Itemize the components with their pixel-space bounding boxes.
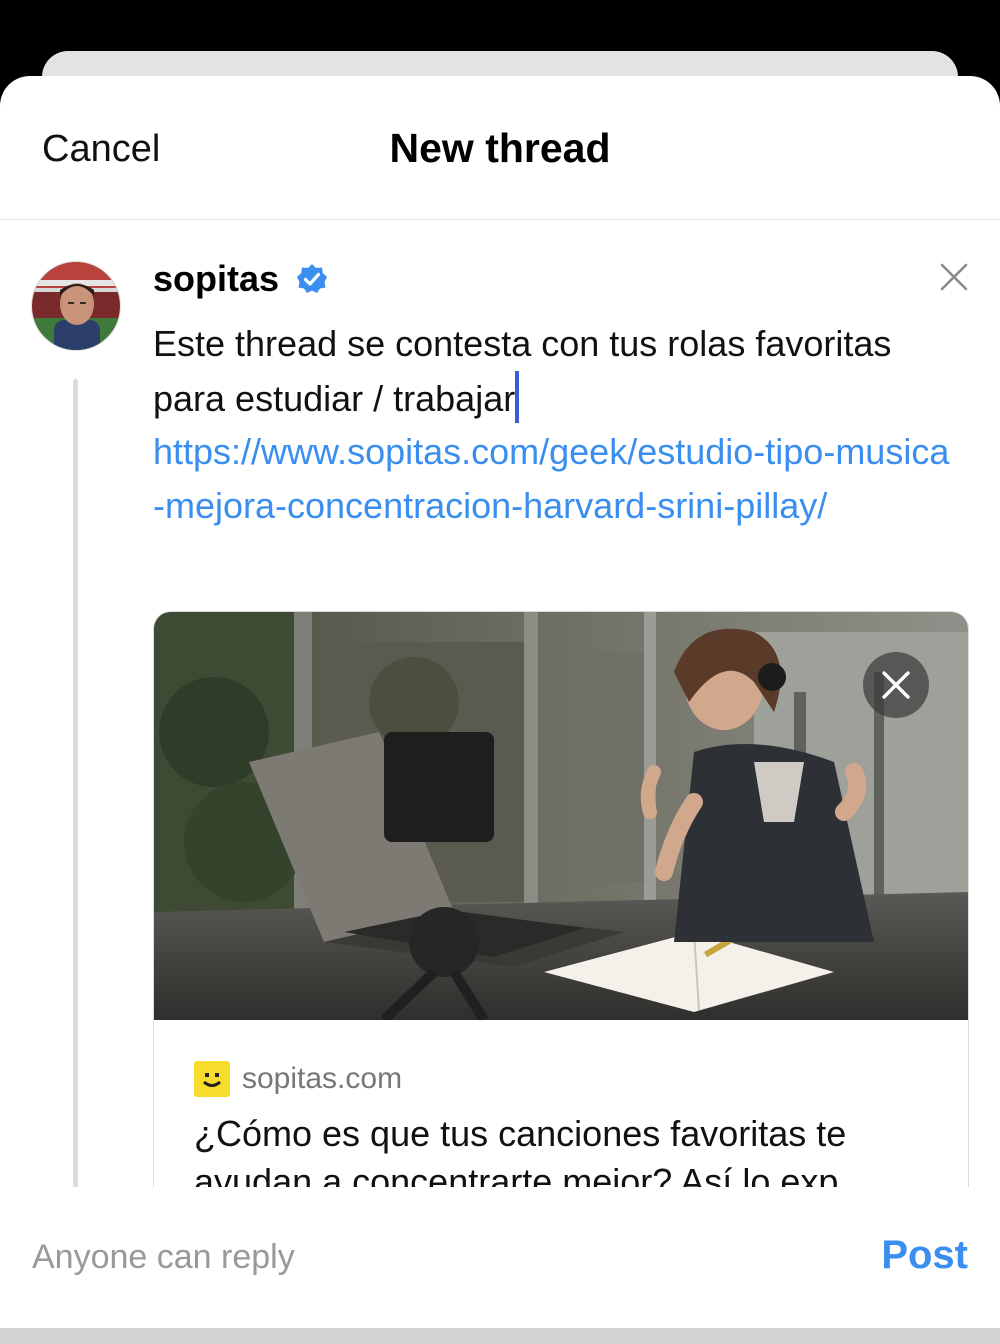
text-cursor (515, 371, 520, 423)
post-button[interactable]: Post (881, 1231, 968, 1279)
close-icon[interactable] (938, 261, 970, 293)
post-text[interactable]: Este thread se contesta con tus rolas fa… (153, 317, 953, 426)
username: sopitas (153, 258, 280, 299)
link-preview-image (154, 612, 968, 1020)
post-link[interactable]: https://www.sopitas.com/geek/estudio-tip… (153, 425, 953, 533)
thread-line (73, 379, 78, 1187)
compose-sheet: Cancel New thread sopitas Este thread se… (0, 76, 1000, 1344)
page-title: New thread (389, 125, 611, 171)
verified-badge-icon (297, 264, 327, 293)
reply-permission-button[interactable]: Anyone can reply (32, 1235, 295, 1279)
site-favicon (194, 1061, 230, 1097)
bottom-bar (0, 1328, 1000, 1344)
post-text-content: Este thread se contesta con tus rolas fa… (153, 323, 892, 419)
link-preview-card[interactable]: sopitas.com ¿Cómo es que tus canciones f… (153, 611, 969, 1187)
sheet-header: Cancel New thread (0, 76, 1000, 220)
remove-preview-icon (882, 671, 910, 699)
link-preview-title: ¿Cómo es que tus canciones favoritas te … (194, 1113, 847, 1187)
link-preview-domain: sopitas.com (242, 1062, 403, 1095)
compose-footer: Anyone can reply Post (0, 1187, 1000, 1332)
avatar[interactable] (31, 261, 121, 351)
remove-preview-button[interactable] (863, 652, 929, 718)
compose-area: sopitas Este thread se contesta con tus … (0, 221, 1000, 1187)
